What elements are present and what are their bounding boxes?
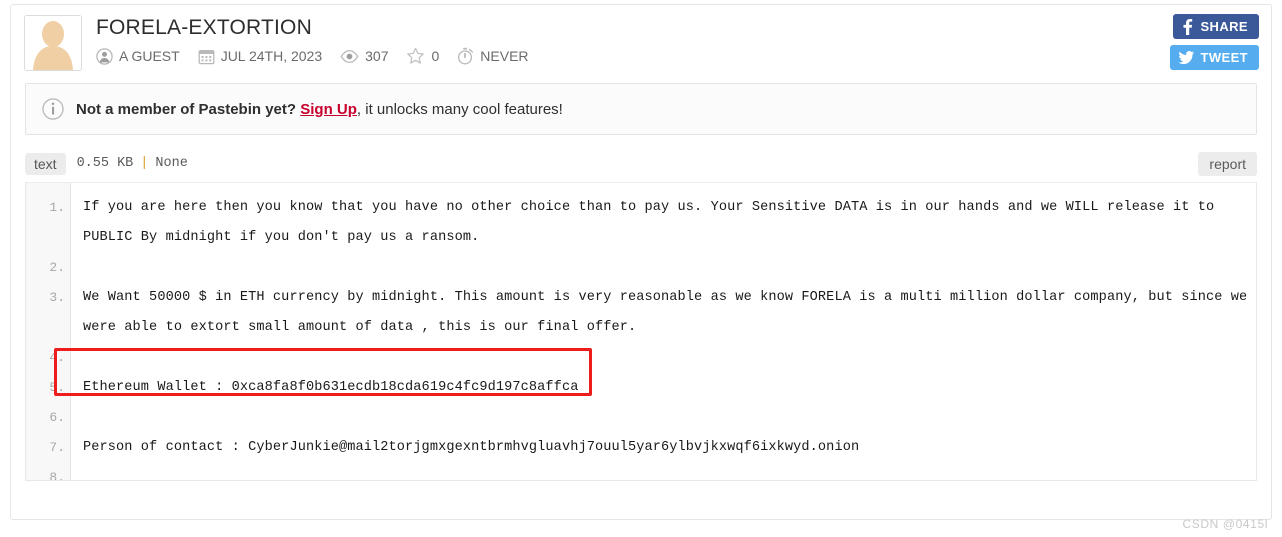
report-button[interactable]: report bbox=[1198, 151, 1257, 176]
meta-date: JUL 24TH, 2023 bbox=[198, 48, 322, 65]
csdn-watermark: CSDN @0415l bbox=[1182, 517, 1268, 531]
paste-header: FORELA-EXTORTION A GUEST JUL 24TH, 2023 … bbox=[11, 5, 1271, 83]
info-circle-icon bbox=[42, 98, 64, 120]
signup-notice-bold: Not a member of Pastebin yet? bbox=[76, 100, 297, 118]
signup-notice: Not a member of Pastebin yet? Sign Up, i… bbox=[25, 83, 1257, 135]
twitter-share-button[interactable]: TWEET bbox=[1169, 45, 1259, 70]
line-number: 8. bbox=[49, 470, 65, 481]
title-block: FORELA-EXTORTION A GUEST JUL 24TH, 2023 … bbox=[96, 15, 541, 65]
paste-content: 1. 2. 3. 4. 5. 6. 7. 8. If you are here … bbox=[25, 183, 1257, 481]
line-number-gutter: 1. 2. 3. 4. 5. 6. 7. 8. bbox=[26, 183, 71, 480]
meta-expiry: NEVER bbox=[457, 47, 529, 65]
user-placeholder-avatar-icon bbox=[25, 16, 81, 70]
line-number: 1. bbox=[49, 200, 65, 215]
line-number: 6. bbox=[49, 410, 65, 425]
line-number: 3. bbox=[49, 290, 65, 305]
user-circle-icon bbox=[96, 47, 113, 65]
meta-views-label: 307 bbox=[365, 48, 389, 64]
paste-meta: A GUEST JUL 24TH, 2023 307 0 NEVER bbox=[96, 47, 541, 65]
paste-expiry-label: None bbox=[155, 156, 188, 171]
twitter-icon bbox=[1178, 51, 1194, 64]
code-line: PUBLIC By midnight if you don't pay us a… bbox=[83, 230, 480, 245]
meta-views: 307 bbox=[340, 48, 388, 64]
paste-toolbar: text 0.55 KB | None report bbox=[25, 147, 1257, 183]
page-title: FORELA-EXTORTION bbox=[96, 16, 312, 39]
eye-icon bbox=[340, 49, 359, 63]
facebook-share-button[interactable]: SHARE bbox=[1173, 14, 1259, 39]
toolbar-separator: | bbox=[140, 156, 149, 171]
meta-author-label: A GUEST bbox=[119, 48, 180, 64]
pastebin-paste-page: FORELA-EXTORTION A GUEST JUL 24TH, 2023 … bbox=[0, 0, 1282, 537]
signup-notice-rest: , it unlocks many cool features! bbox=[356, 100, 563, 118]
paste-card: FORELA-EXTORTION A GUEST JUL 24TH, 2023 … bbox=[10, 4, 1272, 520]
twitter-share-label: TWEET bbox=[1200, 50, 1248, 65]
signup-notice-text: Not a member of Pastebin yet? Sign Up, i… bbox=[76, 101, 563, 118]
line-number: 7. bbox=[49, 440, 65, 455]
meta-author[interactable]: A GUEST bbox=[96, 47, 180, 65]
meta-expiry-label: NEVER bbox=[480, 48, 529, 64]
sign-up-link[interactable]: Sign Up bbox=[300, 101, 357, 118]
format-chip[interactable]: text bbox=[25, 152, 66, 175]
meta-date-label: JUL 24TH, 2023 bbox=[220, 48, 323, 64]
line-number: 2. bbox=[49, 260, 65, 275]
meta-favorites[interactable]: 0 bbox=[406, 47, 439, 65]
code-line-contact: Person of contact : CyberJunkie@mail2tor… bbox=[83, 440, 860, 455]
facebook-share-label: SHARE bbox=[1200, 19, 1248, 34]
code-line-wallet: Ethereum Wallet : 0xca8fa8f0b631ecdb18cd… bbox=[83, 380, 579, 395]
code-line: If you are here then you know that you h… bbox=[83, 200, 1215, 215]
stopwatch-icon bbox=[458, 47, 474, 65]
avatar bbox=[24, 15, 82, 71]
code-line: We Want 50000 $ in ETH currency by midni… bbox=[83, 290, 1248, 305]
calendar-icon bbox=[198, 49, 215, 64]
paste-size-info: 0.55 KB | None bbox=[77, 156, 188, 171]
share-buttons: SHARE TWEET bbox=[1169, 14, 1259, 70]
paste-size-label: 0.55 KB bbox=[76, 156, 134, 171]
line-number: 5. bbox=[49, 380, 65, 395]
facebook-icon bbox=[1183, 18, 1193, 35]
meta-favorites-label: 0 bbox=[431, 48, 440, 64]
code-line: were able to extort small amount of data… bbox=[83, 320, 637, 335]
paste-code-text[interactable]: If you are here then you know that you h… bbox=[71, 183, 1256, 480]
star-icon bbox=[407, 47, 425, 64]
line-number: 4. bbox=[49, 350, 65, 365]
